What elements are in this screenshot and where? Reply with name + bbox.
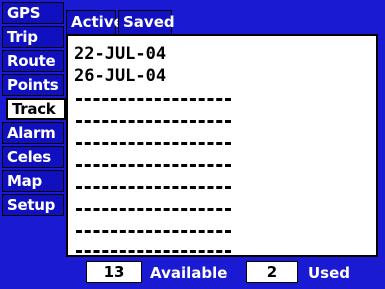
empty-track-slot[interactable]: [76, 208, 231, 214]
status-bar: 13 Available 2 Used: [66, 258, 378, 289]
menu-item-alarm[interactable]: Alarm: [2, 122, 64, 144]
track-entry[interactable]: 26-JUL-04: [74, 66, 166, 86]
used-count: 2: [246, 261, 298, 283]
tab-saved[interactable]: Saved: [118, 10, 175, 34]
empty-track-slot[interactable]: [76, 98, 231, 104]
empty-track-slot[interactable]: [76, 250, 231, 256]
empty-track-slot[interactable]: [76, 142, 231, 148]
empty-track-slot[interactable]: [76, 164, 231, 170]
used-label: Used: [308, 264, 351, 282]
menu-item-celes[interactable]: Celes: [2, 146, 64, 168]
available-count: 13: [86, 261, 142, 283]
track-entry[interactable]: 22-JUL-04: [74, 44, 166, 64]
menu-item-gps[interactable]: GPS: [2, 2, 64, 24]
menu-item-track[interactable]: Track: [6, 98, 66, 120]
menu-item-route[interactable]: Route: [2, 50, 64, 72]
menu-item-map[interactable]: Map: [2, 170, 64, 192]
empty-track-slot[interactable]: [76, 186, 231, 192]
menu-item-trip[interactable]: Trip: [2, 26, 64, 48]
tab-active[interactable]: Active: [66, 10, 124, 34]
main-menu: GPS Trip Route Points Track Alarm Celes …: [2, 2, 66, 218]
available-label: Available: [150, 264, 228, 282]
empty-track-slot[interactable]: [76, 120, 231, 126]
empty-track-slot[interactable]: [76, 230, 231, 236]
menu-item-setup[interactable]: Setup: [2, 194, 64, 216]
track-list-panel: 22-JUL-04 26-JUL-04: [66, 34, 378, 257]
gps-screen: GPS Trip Route Points Track Alarm Celes …: [0, 0, 385, 289]
menu-item-points[interactable]: Points: [2, 74, 64, 96]
